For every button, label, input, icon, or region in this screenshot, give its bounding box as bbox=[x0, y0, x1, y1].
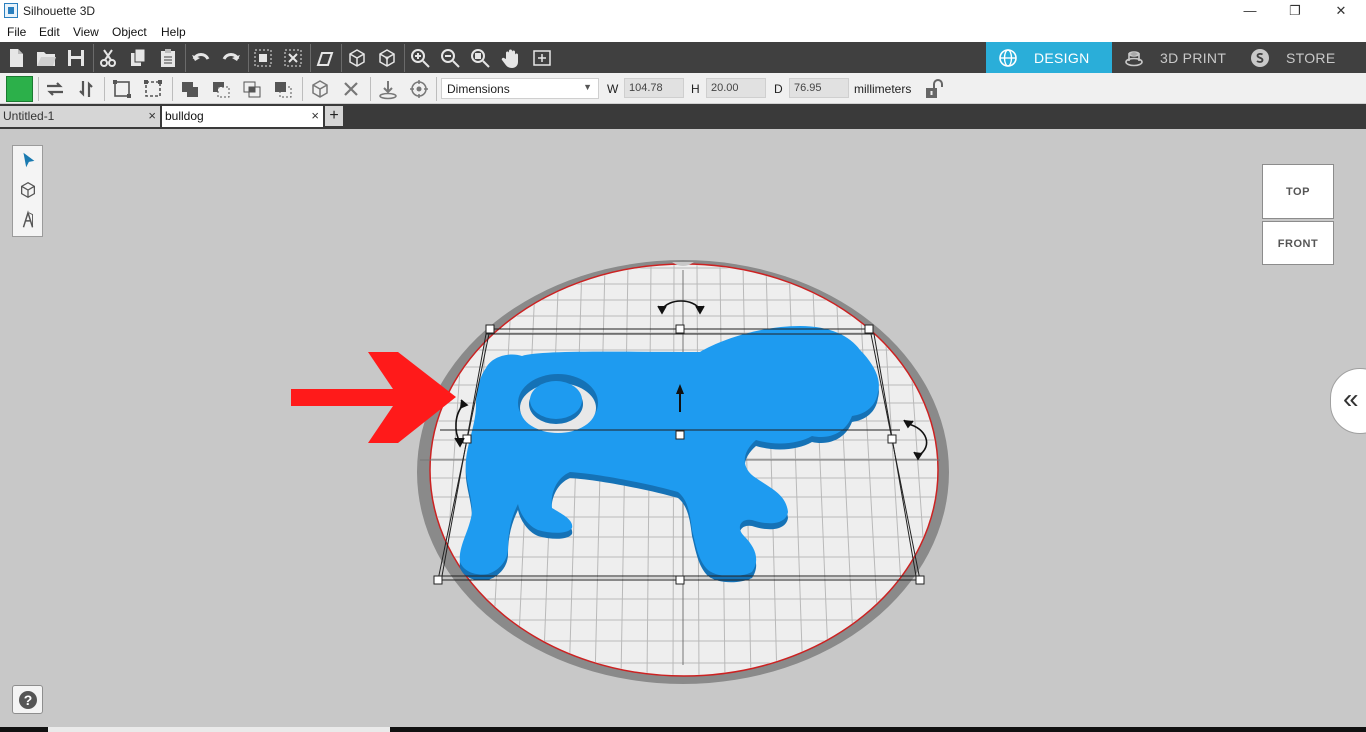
union-icon[interactable] bbox=[178, 77, 202, 101]
menu-help[interactable]: Help bbox=[161, 25, 186, 39]
deselect-icon[interactable] bbox=[280, 45, 306, 71]
resize-handle[interactable] bbox=[433, 575, 443, 585]
cube-outline-icon[interactable] bbox=[374, 45, 400, 71]
title-bar: Silhouette 3D — ❐ ✕ bbox=[0, 0, 1366, 22]
width-label: W bbox=[607, 82, 619, 96]
select-all-icon[interactable] bbox=[250, 45, 276, 71]
height-label: H bbox=[691, 82, 700, 96]
ungroup-icon[interactable] bbox=[141, 77, 165, 101]
document-tabs: Untitled-1 × bulldog × bbox=[0, 104, 1366, 129]
menu-view[interactable]: View bbox=[73, 25, 99, 39]
resize-handle[interactable] bbox=[675, 324, 685, 334]
close-tab-icon[interactable]: × bbox=[311, 108, 319, 123]
width-field[interactable]: 104.78 bbox=[624, 78, 684, 98]
resize-handle[interactable] bbox=[675, 575, 685, 585]
minimize-button[interactable]: — bbox=[1227, 0, 1273, 22]
undo-icon[interactable] bbox=[188, 45, 214, 71]
zoom-fit-icon[interactable] bbox=[467, 45, 493, 71]
move-view-icon[interactable] bbox=[529, 45, 555, 71]
chevron-down-icon: ▼ bbox=[583, 82, 592, 92]
delete-x-icon[interactable] bbox=[339, 77, 363, 101]
cube-icon[interactable] bbox=[344, 45, 370, 71]
resize-handle[interactable] bbox=[887, 434, 897, 444]
open-folder-icon[interactable] bbox=[33, 45, 59, 71]
resize-handle[interactable] bbox=[864, 324, 874, 334]
add-tab-button[interactable]: + bbox=[325, 106, 343, 126]
dimension-mode-value: Dimensions bbox=[447, 82, 510, 96]
copy-icon[interactable] bbox=[125, 45, 151, 71]
globe-icon bbox=[999, 49, 1017, 67]
help-icon: ? bbox=[18, 690, 37, 709]
center-handle[interactable] bbox=[675, 430, 685, 440]
help-button[interactable]: ? bbox=[12, 685, 43, 714]
select-arrow-icon[interactable] bbox=[16, 148, 40, 172]
flip-horizontal-icon[interactable] bbox=[43, 77, 67, 101]
svg-text:?: ? bbox=[23, 692, 32, 708]
menu-file[interactable]: File bbox=[7, 25, 26, 39]
tab-design-label: DESIGN bbox=[1034, 50, 1090, 66]
menu-object[interactable]: Object bbox=[112, 25, 147, 39]
restore-button[interactable]: ❐ bbox=[1272, 0, 1318, 22]
zoom-in-icon[interactable] bbox=[407, 45, 433, 71]
tab-3d-print-label: 3D PRINT bbox=[1160, 50, 1227, 66]
subtract-icon[interactable] bbox=[209, 77, 233, 101]
flip-vertical-icon[interactable] bbox=[74, 77, 98, 101]
menu-edit[interactable]: Edit bbox=[39, 25, 60, 39]
save-icon[interactable] bbox=[63, 45, 89, 71]
intersect-icon[interactable] bbox=[240, 77, 264, 101]
viewport[interactable] bbox=[0, 129, 1366, 727]
tool-panel bbox=[12, 145, 43, 237]
group-icon[interactable] bbox=[110, 77, 134, 101]
exclude-icon[interactable] bbox=[271, 77, 295, 101]
close-tab-icon[interactable]: × bbox=[148, 108, 156, 123]
close-button[interactable]: ✕ bbox=[1318, 0, 1364, 22]
resize-handle[interactable] bbox=[915, 575, 925, 585]
collar-disc[interactable] bbox=[530, 381, 582, 419]
paste-icon[interactable] bbox=[155, 45, 181, 71]
zoom-out-icon[interactable] bbox=[437, 45, 463, 71]
object-cube-icon[interactable] bbox=[308, 77, 332, 101]
redo-icon[interactable] bbox=[218, 45, 244, 71]
doc-tab-label: bulldog bbox=[165, 109, 204, 123]
color-swatch[interactable] bbox=[6, 76, 33, 102]
pan-hand-icon[interactable] bbox=[498, 45, 524, 71]
app-icon bbox=[4, 3, 18, 18]
text-tool-icon[interactable] bbox=[16, 208, 40, 232]
depth-field[interactable]: 76.95 bbox=[789, 78, 849, 98]
scene[interactable] bbox=[0, 129, 1366, 727]
shape-cube-icon[interactable] bbox=[16, 178, 40, 202]
menu-bar: File Edit View Object Help bbox=[0, 22, 1366, 42]
drop-to-floor-icon[interactable] bbox=[376, 77, 400, 101]
taskbar-strip bbox=[0, 727, 1366, 732]
units-label: millimeters bbox=[854, 82, 912, 96]
view-cube-top[interactable]: TOP bbox=[1262, 164, 1334, 219]
doc-tab-bulldog[interactable]: bulldog × bbox=[162, 106, 323, 127]
double-chevron-left-icon: « bbox=[1343, 383, 1359, 414]
tab-store-label: STORE bbox=[1286, 50, 1336, 66]
dimension-mode-select[interactable]: Dimensions ▼ bbox=[441, 78, 599, 99]
resize-handle[interactable] bbox=[485, 324, 495, 334]
center-icon[interactable] bbox=[407, 77, 431, 101]
cut-icon[interactable] bbox=[95, 45, 121, 71]
height-field[interactable]: 20.00 bbox=[706, 78, 766, 98]
doc-tab-untitled[interactable]: Untitled-1 × bbox=[0, 106, 160, 127]
printer-3d-icon bbox=[1125, 51, 1143, 67]
unlock-icon[interactable] bbox=[923, 78, 947, 100]
tab-store[interactable]: STORE bbox=[1238, 42, 1366, 73]
tab-3d-print[interactable]: 3D PRINT bbox=[1112, 42, 1238, 73]
app-title: Silhouette 3D bbox=[23, 4, 96, 18]
doc-tab-label: Untitled-1 bbox=[3, 109, 55, 123]
extrude-icon[interactable] bbox=[312, 45, 338, 71]
new-file-icon[interactable] bbox=[3, 45, 29, 71]
tab-design[interactable]: DESIGN bbox=[986, 42, 1112, 73]
depth-label: D bbox=[774, 82, 783, 96]
store-logo-icon bbox=[1251, 49, 1269, 67]
view-cube[interactable]: TOP FRONT bbox=[1260, 162, 1336, 266]
view-cube-front[interactable]: FRONT bbox=[1262, 221, 1334, 265]
